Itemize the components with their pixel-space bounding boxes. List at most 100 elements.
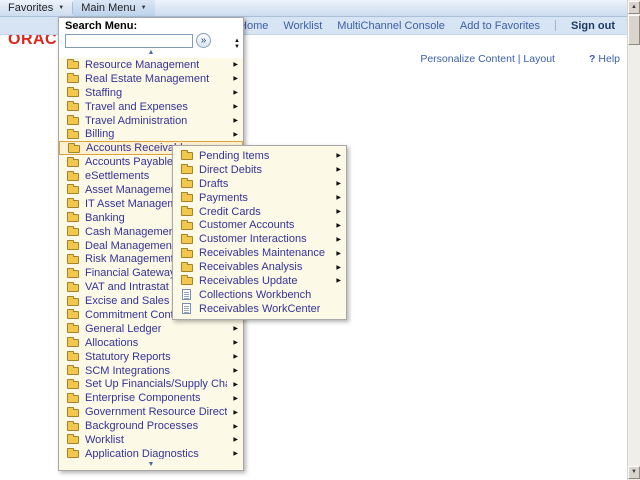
submenu-arrow-icon: ▶ (233, 118, 238, 124)
menu-item-label: Resource Management (85, 58, 200, 71)
menu-scroll-down-button[interactable]: ▼ (59, 459, 243, 470)
submenu-item-direct-debits[interactable]: Direct Debits ▶ (173, 163, 346, 177)
submenu-item-receivables-update[interactable]: Receivables Update ▶ (173, 274, 346, 288)
menu-item-label: Billing (85, 128, 115, 141)
submenu-arrow-icon: ▶ (336, 195, 341, 202)
submenu-arrow-icon: ▶ (233, 104, 238, 111)
search-input[interactable] (65, 33, 193, 48)
folder-icon (67, 184, 79, 195)
multichannel-console-link[interactable]: MultiChannel Console (337, 20, 445, 32)
chevron-down-icon: ▼ (140, 5, 147, 11)
submenu-item-drafts[interactable]: Drafts ▶ (173, 177, 346, 191)
folder-icon (181, 164, 193, 175)
menu-item-travel-administration[interactable]: Travel Administration ▶ (59, 114, 243, 128)
menu-scroll-up-button[interactable]: ▲ (59, 48, 243, 58)
submenu-item-receivables-workcenter[interactable]: Receivables WorkCenter (173, 302, 346, 316)
submenu-arrow-icon: ▶ (233, 62, 238, 69)
folder-icon (67, 392, 79, 403)
menu-item-allocations[interactable]: Allocations ▶ (59, 336, 243, 350)
menu-item-label: Travel and Expenses (85, 100, 188, 113)
folder-icon (67, 226, 79, 237)
favorites-menu-button[interactable]: Favorites ▼ (0, 0, 72, 16)
folder-icon (67, 253, 79, 264)
menu-item-billing[interactable]: Billing ▶ (59, 127, 243, 141)
menu-item-statutory-reports[interactable]: Statutory Reports ▶ (59, 350, 243, 364)
folder-icon (181, 178, 193, 189)
personalize-content-layout-link[interactable]: Personalize Content | Layout (420, 53, 555, 65)
menu-item-label: Collections Workbench (199, 288, 312, 301)
scrollbar-thumb[interactable] (628, 15, 640, 45)
folder-icon (67, 170, 79, 181)
menu-item-background-processes[interactable]: Background Processes ▶ (59, 419, 243, 433)
folder-icon (67, 351, 79, 362)
worklist-link[interactable]: Worklist (283, 20, 322, 32)
menu-item-government-resource-directory[interactable]: Government Resource Directory ▶ (59, 405, 243, 419)
menu-item-travel-and-expenses[interactable]: Travel and Expenses ▶ (59, 100, 243, 114)
submenu-list: Pending Items ▶ Direct Debits ▶ Drafts ▶… (173, 149, 346, 316)
menu-item-general-ledger[interactable]: General Ledger ▶ (59, 322, 243, 336)
submenu-arrow-icon: ▶ (233, 395, 238, 402)
submenu-arrow-icon: ▶ (336, 167, 341, 174)
submenu-item-payments[interactable]: Payments ▶ (173, 191, 346, 205)
folder-icon (67, 434, 79, 445)
menu-item-label: Government Resource Directory (85, 406, 228, 419)
menu-item-enterprise-components[interactable]: Enterprise Components ▶ (59, 391, 243, 405)
menu-item-label: Receivables Update (199, 274, 298, 287)
submenu-arrow-icon: ▶ (233, 340, 238, 347)
help-link[interactable]: ? Help (589, 53, 620, 65)
submenu-item-customer-accounts[interactable]: Customer Accounts ▶ (173, 218, 346, 232)
submenu-arrow-icon: ▶ (233, 354, 238, 361)
menu-item-set-up-financials-supply-chain[interactable]: Set Up Financials/Supply Chain ▶ (59, 377, 243, 391)
menu-item-label: Customer Accounts (199, 219, 295, 232)
chevron-down-icon: ▼ (58, 5, 65, 11)
submenu-arrow-icon: ▶ (233, 381, 238, 388)
folder-icon (67, 406, 79, 417)
menu-item-resource-management[interactable]: Resource Management ▶ (59, 58, 243, 72)
scroll-down-icon: ▼ (147, 461, 155, 468)
menu-item-label: Receivables Maintenance (199, 247, 325, 260)
submenu-item-receivables-analysis[interactable]: Receivables Analysis ▶ (173, 260, 346, 274)
menu-item-worklist[interactable]: Worklist ▶ (59, 433, 243, 447)
menu-item-label: Asset Management (85, 183, 180, 196)
menu-search-area: Search Menu: » ▲ ▼ (59, 18, 243, 50)
search-go-button[interactable]: » (196, 33, 211, 48)
sign-out-link[interactable]: Sign out (571, 20, 615, 32)
submenu-arrow-icon: ▶ (336, 264, 341, 271)
scrollbar-up-button[interactable]: ▲ (628, 1, 640, 14)
menu-item-label: Drafts (199, 177, 229, 190)
menu-item-real-estate-management[interactable]: Real Estate Management ▶ (59, 72, 243, 86)
menu-item-label: Financial Gateway (85, 267, 176, 280)
submenu-arrow-icon: ▶ (336, 222, 341, 229)
submenu-item-pending-items[interactable]: Pending Items ▶ (173, 149, 346, 163)
menu-item-label: Allocations (85, 336, 139, 349)
folder-icon (67, 156, 79, 167)
submenu-item-customer-interactions[interactable]: Customer Interactions ▶ (173, 232, 346, 246)
page-scrollbar[interactable]: ▲ ▼ (627, 0, 640, 480)
submenu-item-credit-cards[interactable]: Credit Cards ▶ (173, 205, 346, 219)
menu-scroll-spinner[interactable]: ▲ ▼ (234, 38, 240, 50)
submenu-item-receivables-maintenance[interactable]: Receivables Maintenance ▶ (173, 246, 346, 260)
menu-item-label: Pending Items (199, 149, 270, 162)
submenu-item-collections-workbench[interactable]: Collections Workbench (173, 288, 346, 302)
folder-icon (68, 142, 80, 153)
folder-icon (181, 206, 193, 216)
menu-item-label: Deal Management (85, 239, 175, 252)
menu-item-label: Payments (199, 191, 248, 204)
menu-item-label: Credit Cards (199, 205, 261, 218)
menu-item-label: Application Diagnostics (85, 447, 199, 459)
add-to-favorites-link[interactable]: Add to Favorites (460, 20, 540, 32)
folder-icon (181, 150, 193, 161)
folder-icon (67, 448, 79, 459)
folder-icon (67, 323, 79, 334)
menu-item-scm-integrations[interactable]: SCM Integrations ▶ (59, 364, 243, 378)
scrollbar-down-button[interactable]: ▼ (628, 466, 640, 479)
folder-icon (67, 309, 79, 320)
menu-item-application-diagnostics[interactable]: Application Diagnostics ▶ (59, 447, 243, 459)
folder-icon (67, 101, 79, 112)
search-menu-label: Search Menu: (65, 20, 138, 32)
menu-item-staffing[interactable]: Staffing ▶ (59, 86, 243, 100)
main-menu-button[interactable]: Main Menu ▼ (73, 0, 155, 16)
menu-item-label: Real Estate Management (85, 72, 210, 85)
folder-icon (67, 240, 79, 251)
submenu-arrow-icon: ▶ (233, 90, 238, 97)
